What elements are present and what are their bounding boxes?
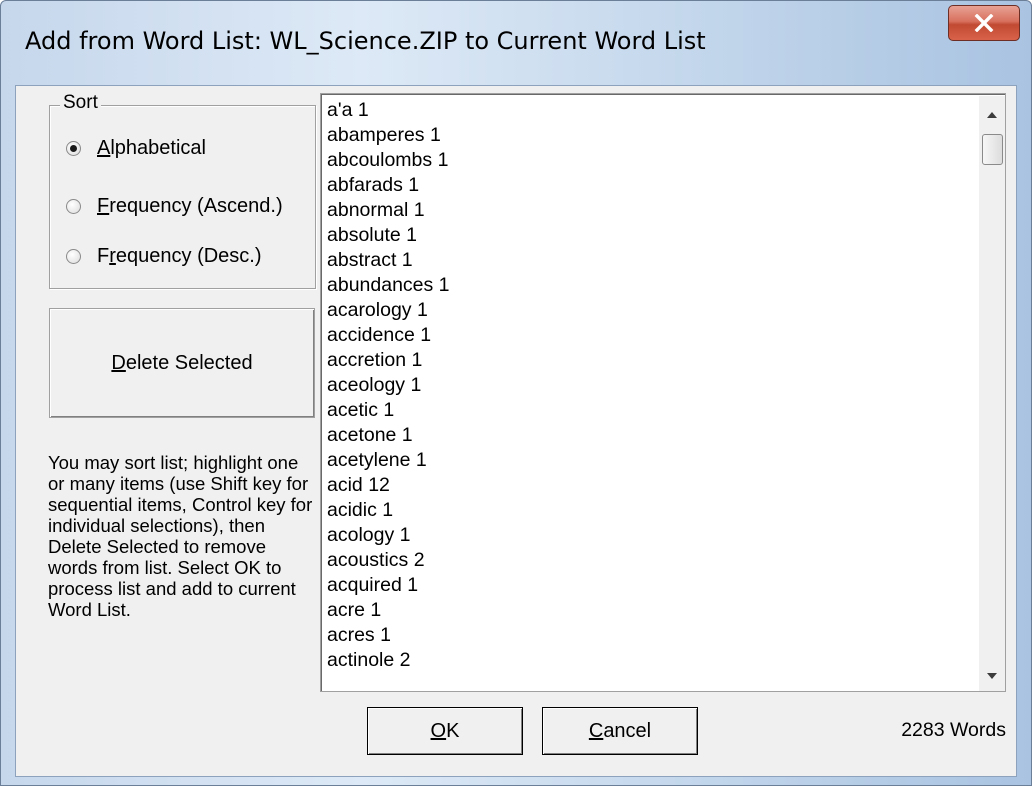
list-item[interactable]: acquired 1	[327, 573, 967, 598]
dialog-window: Add from Word List: WL_Science.ZIP to Cu…	[0, 0, 1032, 786]
list-item[interactable]: abnormal 1	[327, 198, 967, 223]
list-item[interactable]: abstract 1	[327, 248, 967, 273]
title-bar[interactable]: Add from Word List: WL_Science.ZIP to Cu…	[1, 1, 1031, 85]
button-label: OK	[430, 719, 460, 742]
scroll-up-arrow-icon	[987, 112, 997, 118]
list-item[interactable]: abundances 1	[327, 273, 967, 298]
word-count-label: 2283 Words	[901, 719, 1006, 741]
dialog-client-area: Sort Alphabetical Frequency (Ascend.) Fr…	[15, 85, 1017, 777]
list-item[interactable]: accidence 1	[327, 323, 967, 348]
sort-alphabetical-radio[interactable]: Alphabetical	[66, 134, 206, 162]
list-item[interactable]: acidic 1	[327, 498, 967, 523]
list-item[interactable]: acre 1	[327, 598, 967, 623]
word-listbox[interactable]: a'a 1 abamperes 1 abcoulombs 1 abfarads 1 ab…	[320, 93, 1006, 692]
list-item[interactable]: actinole 2	[327, 648, 967, 673]
list-item[interactable]: acid 12	[327, 473, 967, 498]
list-item[interactable]: absolute 1	[327, 223, 967, 248]
list-item[interactable]: accretion 1	[327, 348, 967, 373]
radio-button[interactable]	[66, 198, 81, 214]
list-item[interactable]: acoustics 2	[327, 548, 967, 573]
list-item[interactable]: acology 1	[327, 523, 967, 548]
ok-button[interactable]: OK	[367, 707, 523, 755]
instructions-text: You may sort list; highlight one or many…	[48, 452, 313, 620]
list-item[interactable]: acetone 1	[327, 423, 967, 448]
button-label: Delete Selected	[111, 351, 253, 374]
scroll-up-button[interactable]	[979, 100, 1005, 130]
close-button[interactable]	[948, 5, 1020, 41]
radio-label: Frequency (Ascend.)	[97, 194, 283, 217]
sort-frequency-ascend-radio[interactable]: Frequency (Ascend.)	[66, 192, 283, 220]
scroll-thumb[interactable]	[982, 134, 1003, 165]
list-item[interactable]: a'a 1	[327, 98, 967, 123]
list-item[interactable]: acetic 1	[327, 398, 967, 423]
close-icon	[974, 14, 994, 32]
list-item[interactable]: abamperes 1	[327, 123, 967, 148]
sort-frequency-desc-radio[interactable]: Frequency (Desc.)	[66, 242, 262, 270]
list-item[interactable]: aceology 1	[327, 373, 967, 398]
scroll-down-arrow-icon	[987, 673, 997, 679]
button-label: Cancel	[588, 719, 652, 742]
radio-label: Alphabetical	[97, 136, 206, 159]
word-items: a'a 1 abamperes 1 abcoulombs 1 abfarads 1 ab…	[327, 98, 967, 673]
radio-label: Frequency (Desc.)	[97, 244, 262, 267]
cancel-button[interactable]: Cancel	[542, 707, 698, 755]
list-item[interactable]: abfarads 1	[327, 173, 967, 198]
window-title: Add from Word List: WL_Science.ZIP to Cu…	[25, 27, 706, 55]
radio-button-checked[interactable]	[66, 140, 81, 156]
list-item[interactable]: abcoulombs 1	[327, 148, 967, 173]
delete-selected-button[interactable]: Delete Selected	[49, 308, 315, 418]
list-item[interactable]: acarology 1	[327, 298, 967, 323]
list-item[interactable]: acres 1	[327, 623, 967, 648]
list-item[interactable]: acetylene 1	[327, 448, 967, 473]
sort-group-label: Sort	[60, 92, 101, 114]
vertical-scrollbar[interactable]	[979, 96, 1005, 691]
scroll-down-button[interactable]	[979, 661, 1005, 691]
radio-button[interactable]	[66, 248, 81, 264]
